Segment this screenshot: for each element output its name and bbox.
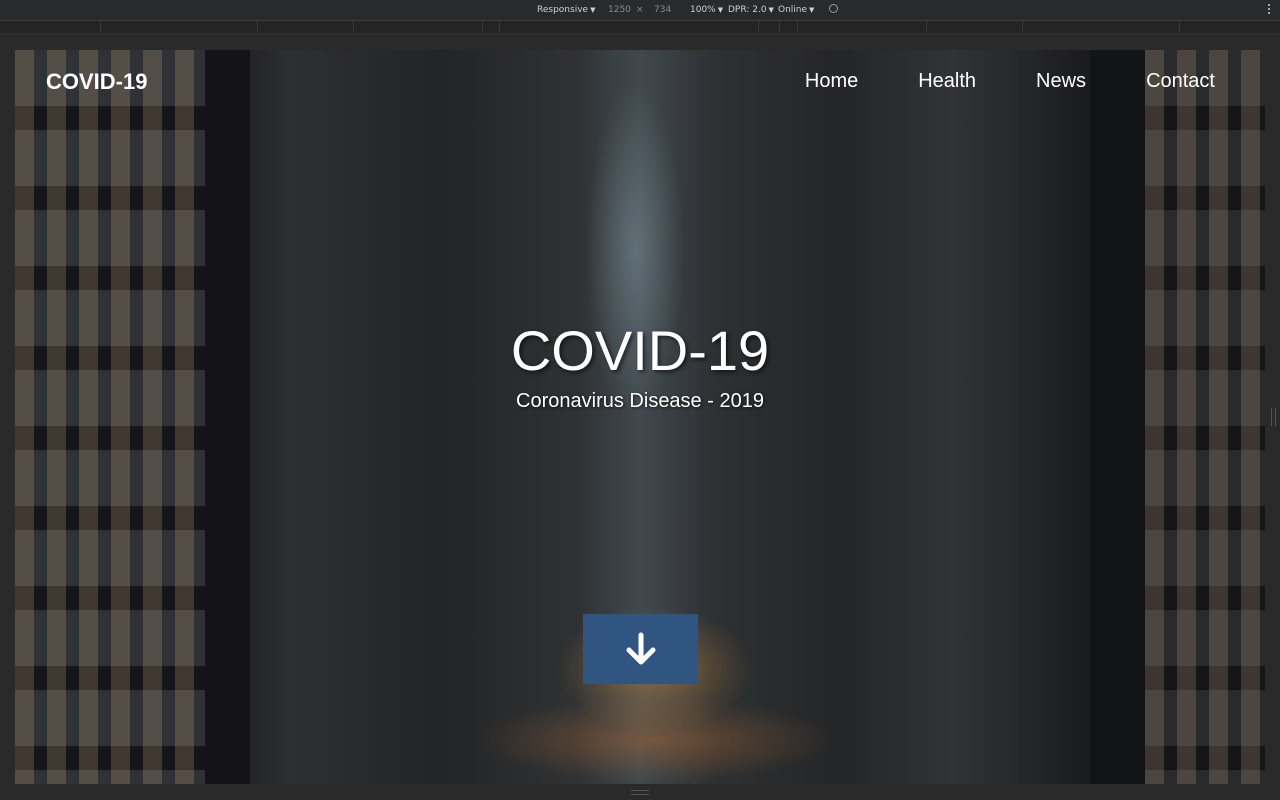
hero-subtitle: Coronavirus Disease - 2019 bbox=[516, 390, 764, 412]
resize-handle-bottom[interactable] bbox=[631, 790, 649, 795]
zoom-label: 100% bbox=[690, 5, 716, 15]
network-label: Online bbox=[778, 5, 808, 15]
chevron-down-icon: ▼ bbox=[590, 6, 596, 14]
nav-link-health[interactable]: Health bbox=[918, 70, 976, 93]
dpr-label: DPR: 2.0 bbox=[728, 5, 767, 15]
arrow-down-icon bbox=[626, 632, 655, 665]
chevron-down-icon: ▼ bbox=[717, 6, 724, 14]
height-field[interactable]: 734 bbox=[654, 5, 671, 15]
scroll-down-button[interactable] bbox=[583, 614, 698, 684]
nav-link-home[interactable]: Home bbox=[805, 70, 858, 93]
nav-link-news[interactable]: News bbox=[1036, 70, 1086, 93]
hero-title: COVID-19 bbox=[510, 319, 770, 382]
rotate-icon[interactable] bbox=[829, 4, 838, 13]
device-select[interactable]: Responsive ▼ bbox=[537, 5, 595, 15]
zoom-select[interactable]: 100% ▼ bbox=[690, 5, 723, 15]
width-field[interactable]: 1250 bbox=[608, 5, 631, 15]
resize-handle-right[interactable] bbox=[1271, 408, 1276, 426]
devtools-toolbar: Responsive ▼ 1250 × 734 100% ▼ DPR: 2.0 ▼ O… bbox=[0, 0, 1280, 21]
chevron-down-icon: ▼ bbox=[809, 6, 815, 14]
dpr-select[interactable]: DPR: 2.0 ▼ bbox=[728, 5, 774, 15]
main-nav: Home Health News Contact bbox=[745, 70, 1215, 93]
device-label: Responsive bbox=[537, 5, 589, 15]
network-select[interactable]: Online ▼ bbox=[778, 5, 814, 15]
page-viewport: COVID-19 Home Health News Contact COVID-… bbox=[15, 50, 1265, 784]
site-logo[interactable]: COVID-19 bbox=[46, 69, 147, 95]
media-query-bar[interactable] bbox=[0, 21, 1280, 34]
more-options-icon[interactable] bbox=[1268, 4, 1271, 16]
nav-link-contact[interactable]: Contact bbox=[1146, 70, 1215, 93]
chevron-down-icon: ▼ bbox=[768, 6, 774, 14]
times-symbol: × bbox=[636, 5, 644, 15]
